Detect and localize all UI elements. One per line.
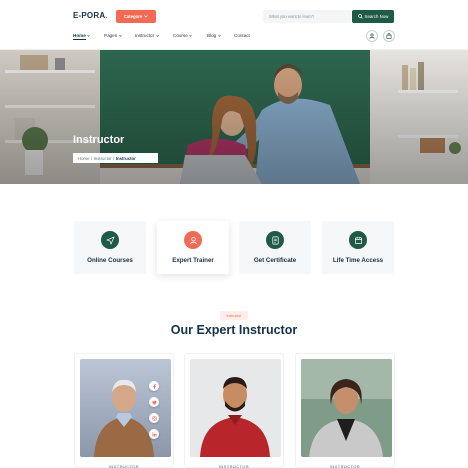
logo-text: E-PORA xyxy=(73,11,106,20)
feature-label: Life Time Access xyxy=(332,257,384,264)
feature-online-courses[interactable]: Online Courses xyxy=(74,221,146,274)
nav-instructor-label: Instructor xyxy=(135,33,155,38)
logo[interactable]: E-PORA. xyxy=(73,11,108,20)
instructor-photo xyxy=(80,359,171,457)
instructor-role: INSTRUCTOR xyxy=(218,464,250,468)
search-button-label: Search Now xyxy=(364,14,389,19)
nav-pages-label: Pages xyxy=(104,33,118,38)
nav-item-instructor[interactable]: Instructor xyxy=(135,33,159,38)
instagram-icon[interactable] xyxy=(149,413,159,423)
section-badge: Instructor xyxy=(220,311,248,320)
breadcrumb-separator: / xyxy=(90,155,93,161)
breadcrumb: Home / Instructor / Instructor xyxy=(73,153,158,163)
logo-dot: . xyxy=(105,11,108,20)
search-button[interactable]: Search Now xyxy=(352,10,394,23)
breadcrumb-home[interactable]: Home xyxy=(78,156,89,161)
feature-get-certificate[interactable]: Get Certificate xyxy=(239,221,311,274)
twitter-icon[interactable] xyxy=(149,397,159,407)
header: E-PORA. Categore What you want to learn?… xyxy=(0,0,468,50)
search-icon xyxy=(357,14,363,19)
nav-contact-label: Contact xyxy=(234,33,250,38)
nav-item-home[interactable]: Home xyxy=(73,33,90,40)
shopping-bag-icon xyxy=(386,33,392,39)
nav-item-blog[interactable]: Blog xyxy=(207,33,221,38)
calendar-icon xyxy=(349,231,367,249)
category-label: Categore xyxy=(123,14,143,19)
breadcrumb-separator: / xyxy=(113,155,115,161)
nav-course-label: Course xyxy=(173,33,188,38)
instructor-card[interactable]: INSTRUCTOR xyxy=(74,353,174,468)
category-button[interactable]: Categore xyxy=(116,10,156,23)
page-title: Instructor xyxy=(73,134,125,146)
feature-expert-trainer[interactable]: Expert Trainer xyxy=(157,221,229,274)
feature-label: Online Courses xyxy=(87,257,133,264)
feature-label: Get Certificate xyxy=(253,257,297,264)
chevron-down-icon xyxy=(189,34,193,37)
instructor-photo xyxy=(190,359,281,457)
certificate-icon xyxy=(266,231,284,249)
instructor-role: INSTRUCTOR xyxy=(108,464,140,468)
feature-label: Expert Trainer xyxy=(172,257,214,264)
instructor-card[interactable]: INSTRUCTOR xyxy=(295,353,395,468)
section-title: Our Expert Instructor xyxy=(170,323,298,337)
nav-item-course[interactable]: Course xyxy=(173,33,193,38)
nav-item-pages[interactable]: Pages xyxy=(104,33,122,38)
breadcrumb-parent[interactable]: Instructor xyxy=(94,156,112,161)
search-input[interactable]: What you want to learn? xyxy=(263,10,351,23)
chevron-down-icon xyxy=(87,34,90,37)
nav-item-contact[interactable]: Contact xyxy=(234,33,250,38)
breadcrumb-current: Instructor xyxy=(115,155,136,161)
chevron-down-icon xyxy=(144,15,149,18)
hero-banner xyxy=(0,50,468,184)
linkedin-icon[interactable] xyxy=(149,429,159,439)
instructor-photo xyxy=(301,359,392,457)
chevron-down-icon xyxy=(218,34,221,37)
nav-home-label: Home xyxy=(73,33,86,38)
account-button[interactable] xyxy=(366,30,378,42)
hero-photo xyxy=(0,50,468,184)
instructor-card[interactable]: INSTRUCTOR xyxy=(184,353,284,468)
facebook-icon[interactable] xyxy=(149,381,159,391)
search-placeholder: What you want to learn? xyxy=(269,14,315,19)
chevron-down-icon xyxy=(155,34,159,37)
feature-life-time-access[interactable]: Life Time Access xyxy=(322,221,394,274)
user-icon xyxy=(184,231,202,249)
nav-blog-label: Blog xyxy=(207,33,217,38)
chevron-down-icon xyxy=(118,34,122,37)
cart-button[interactable] xyxy=(383,30,395,42)
user-icon xyxy=(369,33,375,39)
send-icon xyxy=(101,231,119,249)
instructor-role: INSTRUCTOR xyxy=(329,464,361,468)
